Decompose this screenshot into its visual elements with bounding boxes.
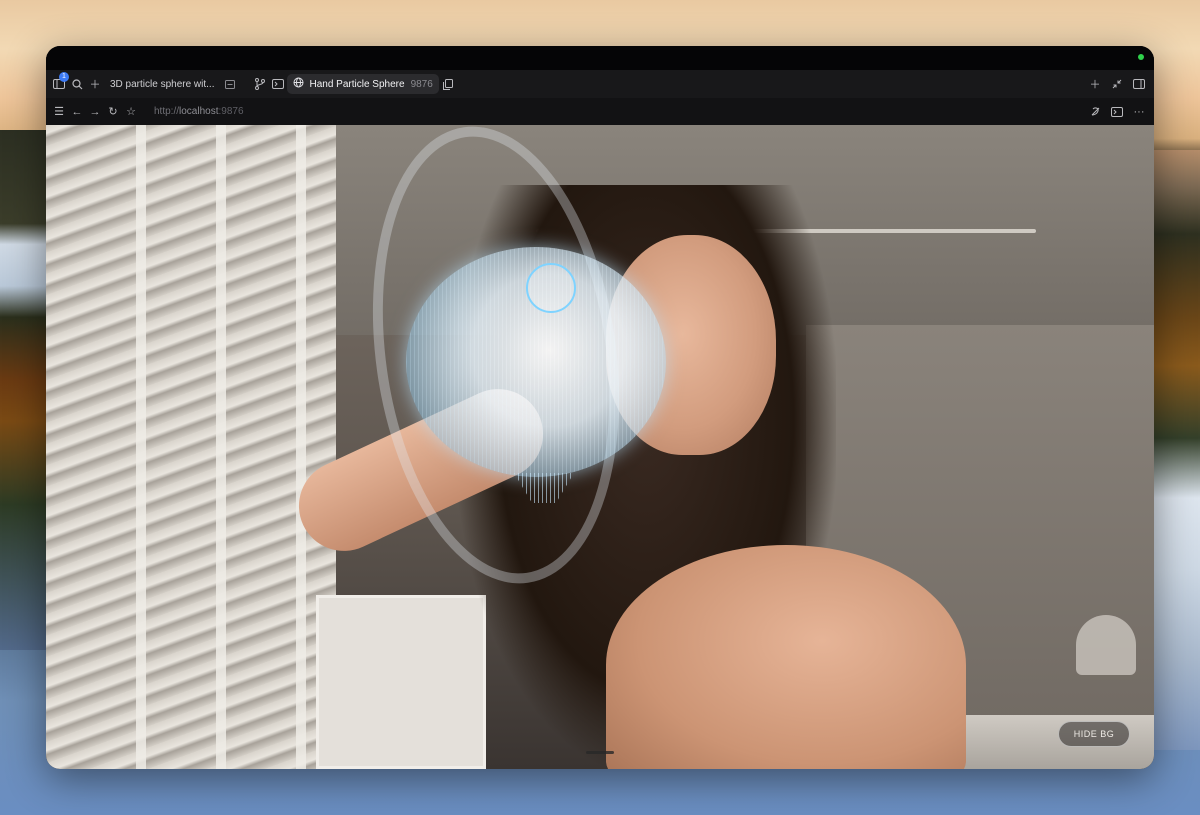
home-indicator [586, 751, 614, 754]
shutter-frame [136, 125, 146, 769]
sidebar-icon[interactable]: 1 [50, 72, 69, 93]
terminal-icon[interactable] [269, 75, 287, 93]
hide-bg-button[interactable]: HIDE BG [1058, 721, 1130, 747]
plus-icon[interactable]: ＋ [86, 75, 104, 93]
tab-label: Hand Particle Sphere [309, 78, 405, 90]
desktop-wallpaper-right [1154, 150, 1200, 750]
extension-icon[interactable] [1086, 103, 1104, 121]
title-bar [46, 46, 1154, 70]
panel-icon[interactable] [1130, 75, 1148, 93]
terminal-icon[interactable] [1108, 103, 1126, 121]
tab-bar: 1 ＋ 3D particle sphere wit... Hand Parti… [46, 70, 1154, 98]
list-icon[interactable]: ☰ [50, 103, 68, 121]
tab-hand-particle-sphere[interactable]: Hand Particle Sphere 9876 [286, 74, 439, 94]
shutter-frame [216, 125, 226, 769]
lamp [1076, 615, 1136, 675]
window-shutters [46, 125, 336, 769]
address-bar: ☰ ← → ↻ ☆ http://localhost:9876 ··· [46, 98, 1154, 125]
star-icon[interactable]: ☆ [122, 103, 140, 121]
copy-icon[interactable] [439, 75, 457, 93]
globe-icon [293, 77, 304, 91]
more-icon[interactable]: ··· [1130, 103, 1148, 121]
hand-tracking-cursor [526, 263, 576, 313]
browser-window: 1 ＋ 3D particle sphere wit... Hand Parti… [46, 46, 1154, 769]
tab-particle-sphere[interactable]: 3D particle sphere wit... [104, 74, 245, 94]
tab-minus-icon[interactable] [221, 75, 239, 93]
search-icon[interactable] [68, 75, 86, 93]
shutter-frame [296, 125, 306, 769]
back-icon[interactable]: ← [68, 103, 86, 121]
url-field[interactable]: http://localhost:9876 [154, 106, 244, 117]
webcam-canvas[interactable]: HIDE BG [46, 125, 1154, 769]
tab-label: 3D particle sphere wit... [110, 78, 215, 90]
new-tab-right-icon[interactable]: ＋ [1086, 75, 1104, 93]
desktop-wallpaper-left [0, 130, 46, 650]
tab-port: 9876 [410, 78, 433, 90]
forward-icon[interactable]: → [86, 103, 104, 121]
status-dot [1138, 54, 1144, 60]
reload-icon[interactable]: ↻ [104, 103, 122, 121]
person-shoulder [606, 545, 966, 769]
collapse-icon[interactable] [1108, 75, 1126, 93]
branch-icon[interactable] [251, 75, 269, 93]
